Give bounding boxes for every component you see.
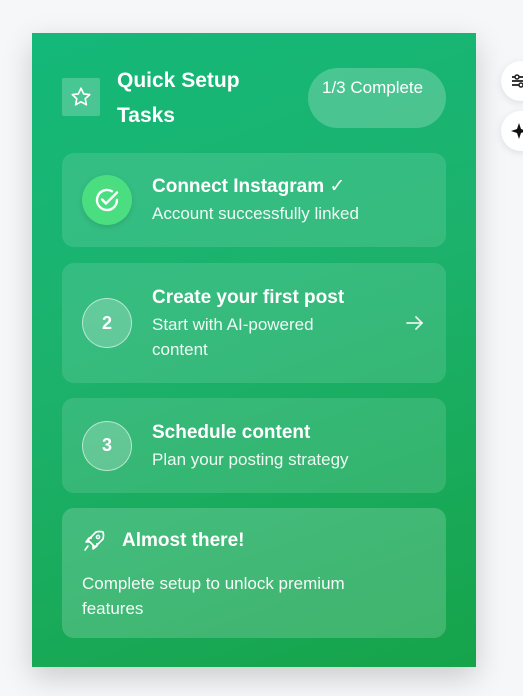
arrow-right-icon[interactable] [404, 312, 426, 334]
task-connect-instagram[interactable]: Connect Instagram ✓ Account successfully… [62, 153, 446, 247]
check-circle-icon [82, 175, 132, 225]
almost-there-banner: Almost there! Complete setup to unlock p… [62, 508, 446, 638]
task-text: Schedule content Plan your posting strat… [152, 420, 426, 472]
rocket-icon [84, 530, 105, 551]
task-number-badge: 2 [82, 298, 132, 348]
task-title: Create your first post [152, 286, 345, 308]
side-settings-button[interactable] [501, 61, 523, 101]
task-title: Schedule content [152, 421, 311, 443]
task-title: Connect Instagram ✓ [152, 176, 346, 197]
task-description: Start with AI-powered content [152, 314, 314, 359]
star-icon [62, 78, 100, 116]
task-number-badge: 3 [82, 420, 132, 471]
header-left: Quick Setup Tasks [62, 67, 267, 133]
promo-header: Almost there! [82, 529, 426, 553]
sliders-icon [512, 74, 523, 88]
task-text: Create your first post Start with AI-pow… [152, 285, 426, 362]
card-header: Quick Setup Tasks 1/3 Complete [62, 67, 446, 131]
quick-setup-card: Quick Setup Tasks 1/3 Complete Connect I… [32, 33, 476, 667]
card-title: Quick Setup Tasks [117, 69, 240, 127]
sparkle-icon [511, 123, 523, 139]
side-ai-button[interactable] [501, 111, 523, 151]
task-text: Connect Instagram ✓ Account successfully… [152, 174, 426, 226]
progress-badge: 1/3 Complete [308, 68, 446, 128]
task-create-first-post[interactable]: 2 Create your first post Start with AI-p… [62, 263, 446, 383]
promo-title: Almost there! [122, 530, 245, 551]
task-description: Plan your posting strategy [152, 449, 349, 469]
task-schedule-content[interactable]: 3 Schedule content Plan your posting str… [62, 398, 446, 493]
promo-description: Complete setup to unlock premium feature… [82, 574, 345, 618]
task-description: Account successfully linked [152, 204, 359, 223]
